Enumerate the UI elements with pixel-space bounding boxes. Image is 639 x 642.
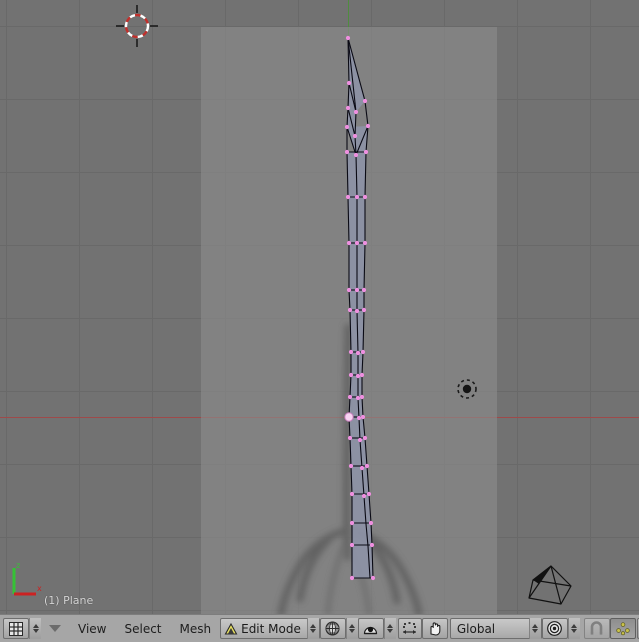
spinner-up-icon: [387, 624, 394, 628]
background-reference-image: [277, 323, 423, 614]
spinner-down-icon: [532, 629, 539, 633]
grid-line-horizontal: [0, 537, 639, 538]
editor-type-spinner[interactable]: [29, 618, 41, 639]
solid-shading-icon: [325, 621, 340, 636]
grid-line-horizontal: [0, 245, 639, 246]
3d-viewport[interactable]: z x (1) Plane: [0, 0, 639, 614]
editor-type-group[interactable]: [3, 618, 41, 640]
transform-orientation-group[interactable]: Global: [421, 618, 542, 640]
grid-line-vertical: [590, 0, 591, 614]
viewport-shading-spinner[interactable]: [345, 618, 358, 639]
spinner-up-icon: [571, 624, 578, 628]
mesh-faces: [347, 38, 373, 578]
active-object-label: (1) Plane: [44, 594, 94, 607]
background-reference-plane: [201, 27, 497, 614]
grid-line-horizontal: [0, 391, 639, 392]
spinner-down-icon: [349, 629, 356, 633]
viewport-shading-group[interactable]: [319, 618, 358, 640]
menu-view[interactable]: View: [69, 618, 115, 640]
snap-group[interactable]: [541, 618, 610, 640]
spinner-down-icon: [310, 629, 317, 633]
proportional-edit-icon: [403, 622, 417, 634]
object-origin: [457, 379, 477, 399]
mesh-object[interactable]: [0, 0, 639, 614]
blender-window: z x (1) Plane View Select Mesh Edit Mode…: [0, 0, 639, 642]
transform-orientation-label: Global: [456, 621, 496, 636]
snap-target-icon: [547, 621, 563, 636]
snap-target-spinner[interactable]: [567, 618, 580, 639]
mode-select-dropdown[interactable]: Edit Mode: [220, 618, 320, 639]
spinner-up-icon: [310, 624, 317, 628]
grid-line-horizontal: [0, 172, 639, 173]
grid-line-horizontal: [0, 610, 639, 611]
grid-line-vertical: [444, 0, 445, 614]
spinner-down-icon: [32, 629, 39, 633]
mode-select-spinner[interactable]: [306, 618, 319, 639]
grid-line-vertical: [6, 0, 7, 614]
spinner-down-icon: [387, 629, 394, 633]
editor-type-button[interactable]: [3, 618, 29, 639]
grid-line-horizontal: [0, 99, 639, 100]
spinner-up-icon: [32, 624, 39, 628]
menu-select[interactable]: Select: [115, 618, 170, 640]
pivot-point-button[interactable]: [357, 618, 384, 639]
spinner-up-icon: [532, 624, 539, 628]
grid-line-vertical: [371, 0, 372, 614]
magnet-icon: [591, 621, 603, 635]
limit-selection-visible-icon: [616, 621, 630, 635]
hand-manipulator-icon: [430, 622, 441, 636]
snap-magnet-button[interactable]: [583, 618, 610, 639]
transform-orientation-dropdown[interactable]: Global: [449, 618, 542, 639]
svg-text:z: z: [16, 561, 20, 570]
mode-select-label: Edit Mode: [241, 621, 301, 636]
grid-line-horizontal: [0, 318, 639, 319]
spinner-up-icon: [349, 624, 356, 628]
camera-wireframe[interactable]: [519, 558, 579, 610]
grid-line-horizontal: [0, 26, 639, 27]
limit-selection-visible-button[interactable]: [609, 618, 636, 639]
z-axis-line: [348, 0, 349, 38]
manipulator-toggle-button[interactable]: [421, 618, 448, 639]
collapse-menus-icon[interactable]: [49, 625, 61, 632]
grid-line-horizontal: [0, 464, 639, 465]
edit-mode-triangle-icon: [224, 622, 238, 635]
3d-cursor: [116, 5, 158, 47]
grid-line-vertical: [225, 0, 226, 614]
svg-text:x: x: [37, 584, 42, 593]
spinner-down-icon: [571, 629, 578, 633]
grid-line-vertical: [79, 0, 80, 614]
menu-mesh[interactable]: Mesh: [171, 618, 221, 640]
grid-editor-icon: [9, 621, 23, 636]
occlude-group[interactable]: [609, 618, 639, 640]
grid-line-vertical: [517, 0, 518, 614]
mesh-vertices: [344, 35, 376, 581]
snap-target-button[interactable]: [541, 618, 568, 639]
pivot-point-group[interactable]: [357, 618, 422, 640]
mesh-edges: [346, 37, 374, 579]
grid-line-vertical: [298, 0, 299, 614]
pivot-median-point-icon: [364, 626, 378, 635]
viewport-shading-button[interactable]: [319, 618, 346, 639]
pivot-point-spinner[interactable]: [383, 618, 396, 639]
viewport-header-bar: View Select Mesh Edit Mode Global: [0, 614, 639, 642]
grid-line-vertical: [152, 0, 153, 614]
proportional-edit-button[interactable]: [397, 618, 422, 639]
transform-orientation-spinner[interactable]: [528, 618, 541, 639]
x-axis-line: [0, 417, 639, 418]
